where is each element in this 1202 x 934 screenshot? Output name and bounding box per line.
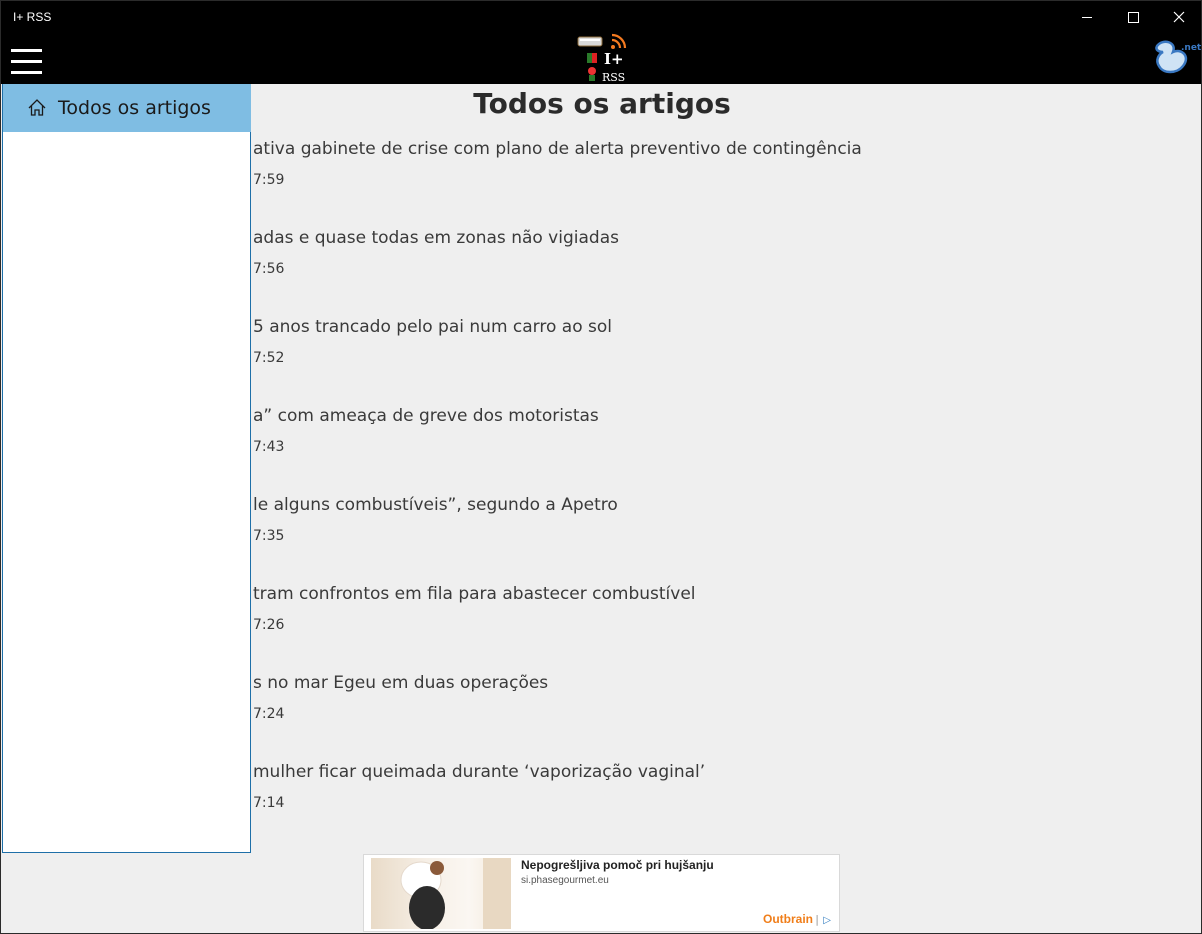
article-time: 7:52 [253,350,285,366]
outbrain-logo[interactable]: Outbrain [763,912,813,926]
title-bar: I+ RSS [1,1,1201,33]
maximize-icon [1127,11,1139,23]
nav-item-label: Todos os artigos [58,97,211,119]
article-headline[interactable]: s no mar Egeu em duas operações [253,673,548,693]
ad-title[interactable]: Nepogrešljiva pomoč pri hujšanju [521,858,714,872]
minimize-icon [1082,16,1092,18]
window-title: I+ RSS [13,10,52,24]
nav-item-all-articles[interactable]: Todos os artigos [3,84,251,132]
svg-text:RSS: RSS [602,71,625,83]
svg-text:I+: I+ [604,50,624,68]
article-headline[interactable]: 5 anos trancado pelo pai num carro ao so… [253,317,612,337]
app-header: I+ RSS .net [1,33,1201,84]
article-time: 7:35 [253,528,285,544]
article-headline[interactable]: mulher ficar queimada durante ‘vaporizaç… [253,762,705,782]
ad-banner[interactable]: Nepogrešljiva pomoč pri hujšanju si.phas… [363,854,840,932]
maximize-button[interactable] [1110,1,1156,33]
ad-separator: | [815,913,819,926]
article-time: 7:56 [253,261,285,277]
app-window: I+ RSS I+ RSS .net Todos os artigos ativ… [0,0,1202,934]
ad-source: si.phasegourmet.eu [521,875,609,886]
article-time: 7:26 [253,617,285,633]
ad-image[interactable] [371,858,511,929]
article-headline[interactable]: ativa gabinete de crise com plano de ale… [253,139,862,159]
article-time: 7:24 [253,706,285,722]
app-logo: I+ RSS [577,33,627,83]
article-headline[interactable]: a” com ameaça de greve dos motoristas [253,406,599,426]
article-time: 7:14 [253,795,285,811]
article-headline[interactable]: adas e quase todas em zonas não vigiadas [253,228,619,248]
ad-choices-icon[interactable]: ▷ [823,915,831,926]
navigation-pane: Todos os artigos [2,84,251,853]
close-icon [1173,11,1185,23]
article-headline[interactable]: le alguns combustíveis”, segundo a Apetr… [253,495,618,515]
article-time: 7:43 [253,439,285,455]
hamburger-menu-button[interactable] [11,49,43,75]
rss-icon [611,45,615,49]
home-icon [28,99,46,116]
svg-text:.net: .net [1181,43,1201,53]
brand-logo: .net [1155,40,1201,74]
close-button[interactable] [1156,1,1202,33]
article-headline[interactable]: tram confrontos em fila para abastecer c… [253,584,696,604]
article-time: 7:59 [253,172,285,188]
minimize-button[interactable] [1064,1,1110,33]
